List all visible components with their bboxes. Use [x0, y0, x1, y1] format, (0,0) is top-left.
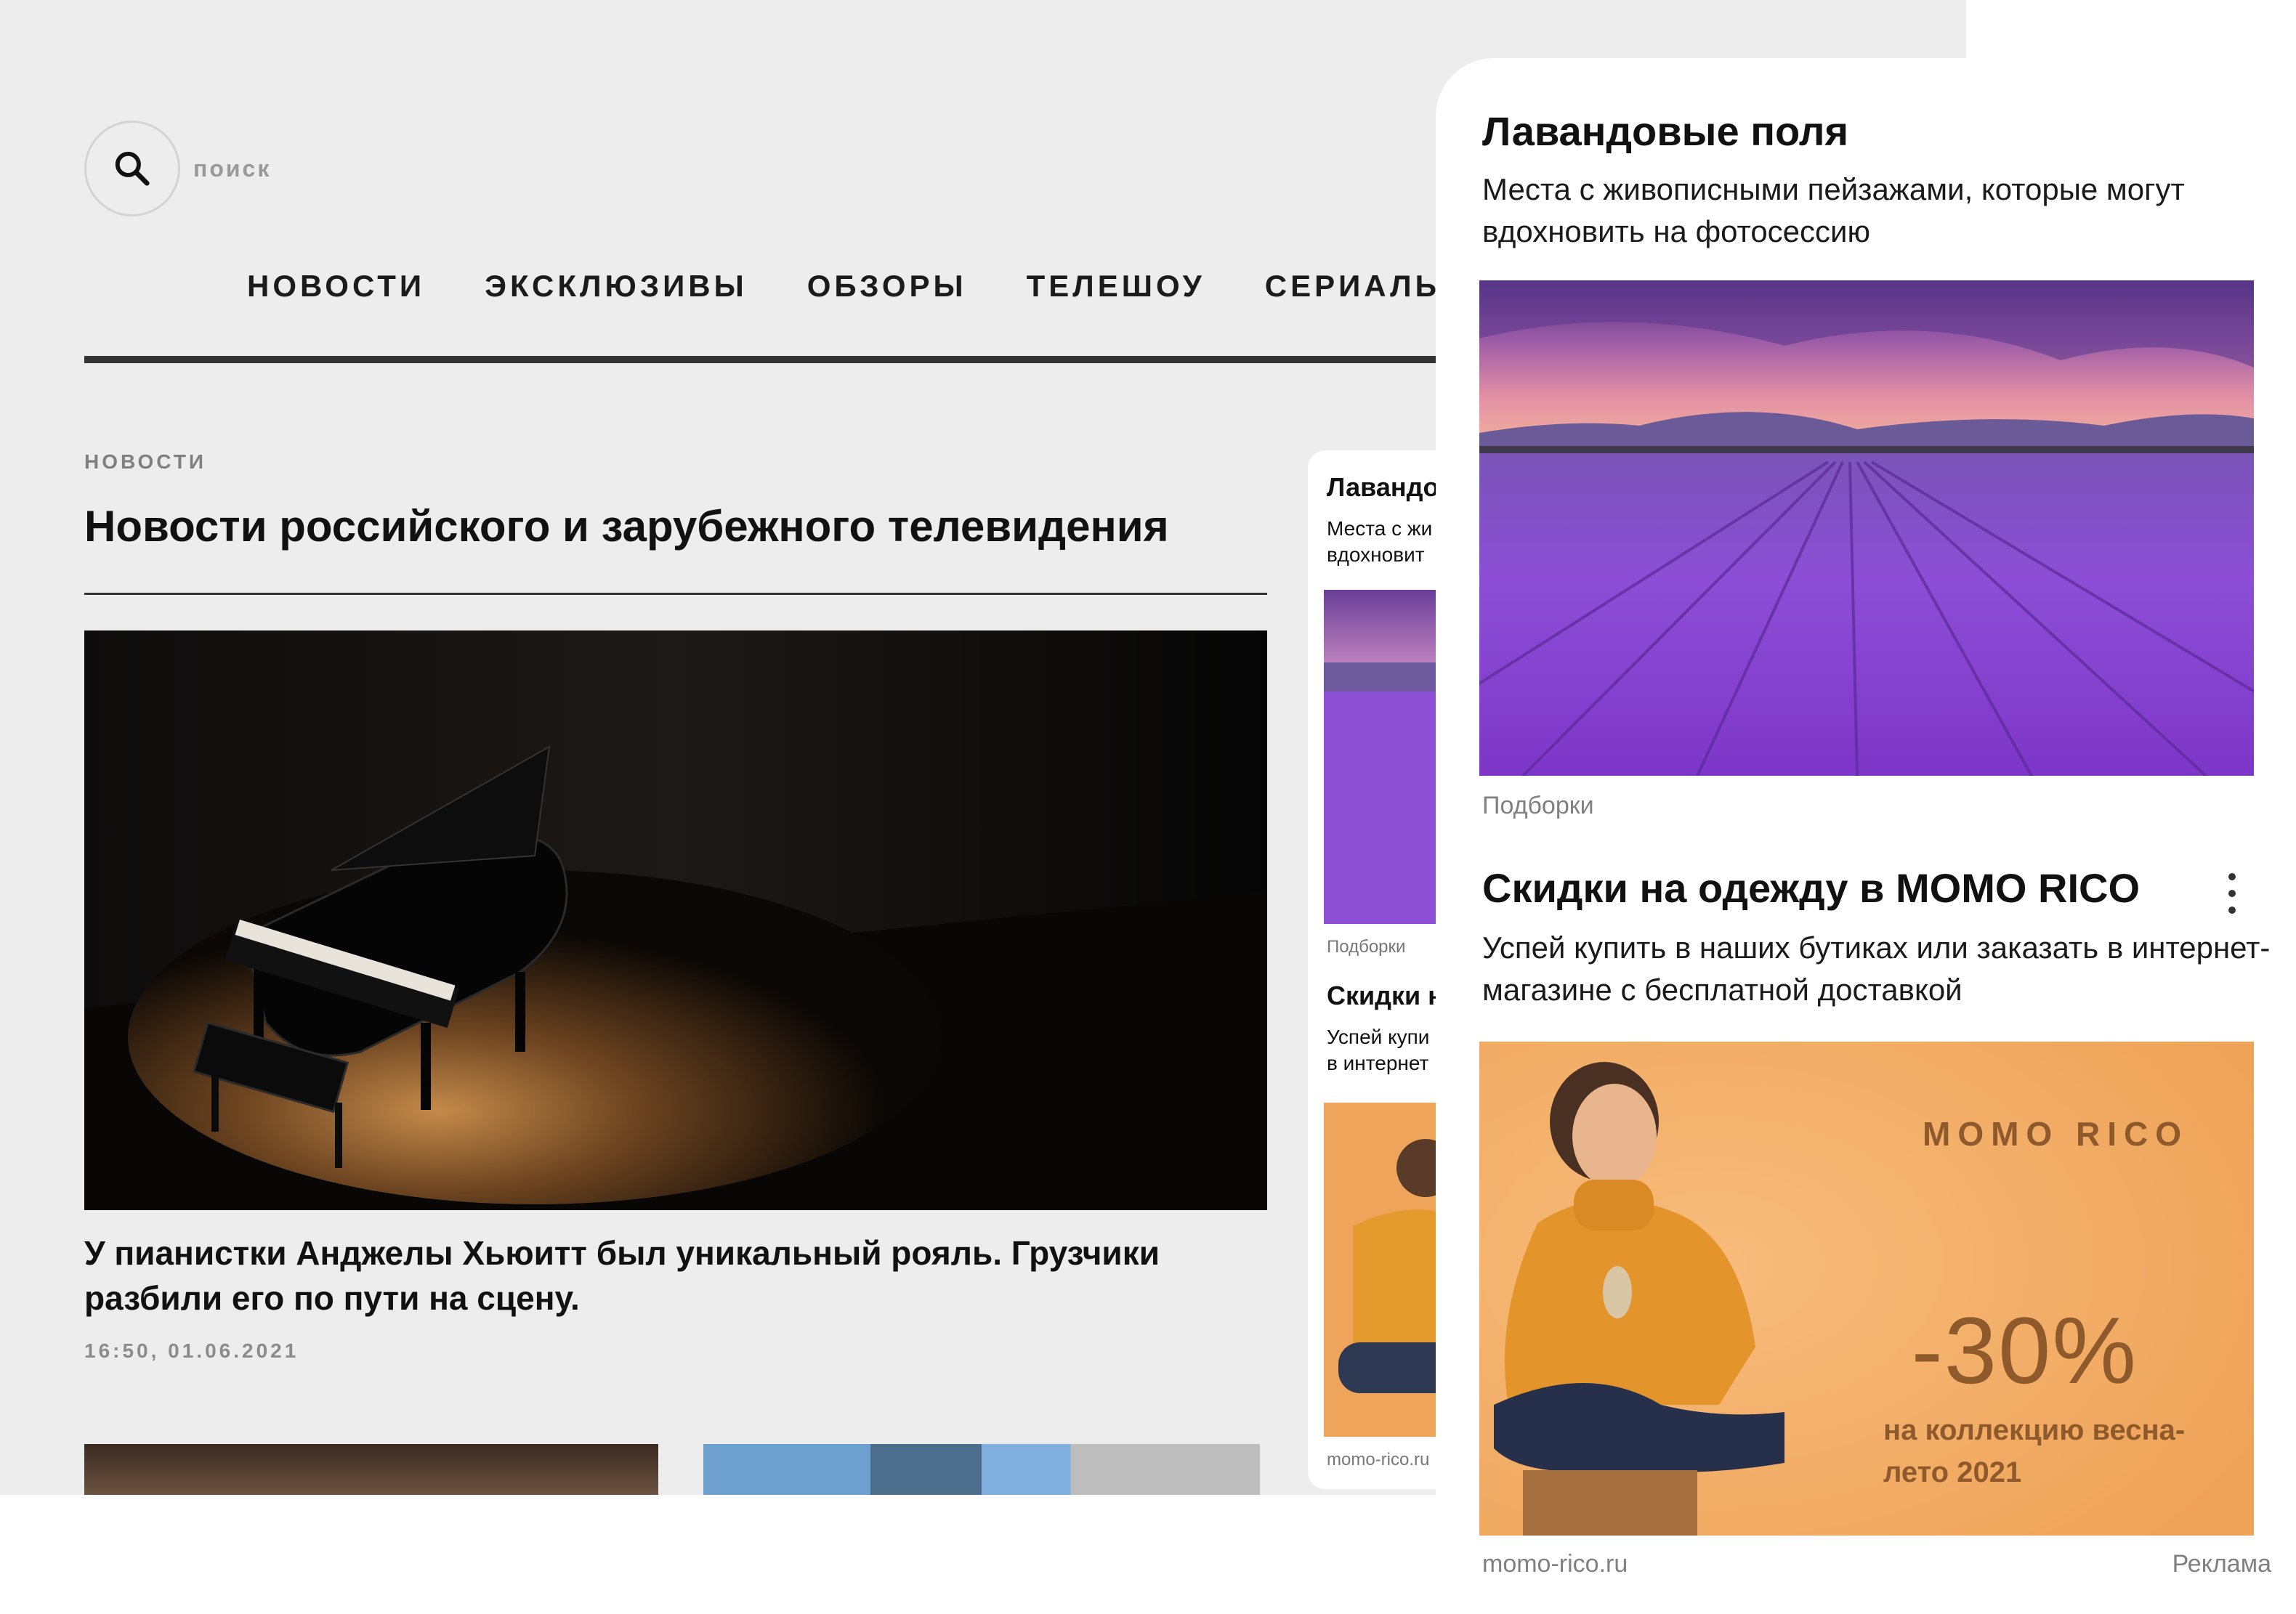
mini-ad-description: Места с жи вдохновит	[1327, 517, 1433, 566]
nav-item-news[interactable]: НОВОСТИ	[247, 269, 425, 304]
news-thumbnail[interactable]	[84, 1444, 658, 1495]
hero-date: 16:50, 01.06.2021	[84, 1339, 299, 1362]
mini-ad-category: Подборки	[1327, 937, 1406, 957]
search-icon	[115, 151, 150, 186]
search-input[interactable]	[193, 148, 498, 189]
main-nav: НОВОСТИ ЭКСКЛЮЗИВЫ ОБЗОРЫ ТЕЛЕШОУ СЕРИАЛ…	[247, 269, 1449, 304]
ad-brand-logo: MOMO RICO	[1923, 1115, 2188, 1153]
more-options-button[interactable]	[2218, 866, 2247, 921]
hero-image-piano[interactable]	[84, 630, 1267, 1210]
nav-item-tv-shows[interactable]: ТЕЛЕШОУ	[1027, 269, 1205, 304]
section-divider	[84, 593, 1267, 595]
ad-image-lavender-field[interactable]	[1479, 280, 2254, 776]
nav-item-exclusives[interactable]: ЭКСКЛЮЗИВЫ	[485, 269, 748, 304]
section-label: НОВОСТИ	[84, 450, 207, 473]
mini-ad-title: Лавандо	[1327, 472, 1439, 502]
nav-item-series[interactable]: СЕРИАЛЫ	[1265, 269, 1449, 304]
nav-item-reviews[interactable]: ОБЗОРЫ	[807, 269, 967, 304]
ad-title-momo-rico[interactable]: Скидки на одежду в MOMO RICO	[1482, 864, 2140, 912]
ad-category: Подборки	[1482, 792, 1594, 819]
news-thumbnail[interactable]	[703, 1444, 1260, 1495]
section-title: Новости российского и зарубежного телеви…	[84, 502, 1169, 551]
hero-headline[interactable]: У пианистки Анджелы Хьюитт был уникальны…	[84, 1230, 1247, 1321]
mini-ad-domain: momo-rico.ru	[1327, 1450, 1430, 1469]
ad-promo-text: на коллекцию весна-лето 2021	[1883, 1414, 2186, 1488]
search-button[interactable]	[84, 121, 180, 216]
ad-domain-link[interactable]: momo-rico.ru	[1482, 1550, 1628, 1578]
ad-description-momo-rico[interactable]: Успей купить в наших бутиках или заказат…	[1482, 927, 2274, 1011]
mini-ad-title: Скидки н	[1327, 981, 1444, 1010]
mini-ad-description: Успей купи в интернет	[1327, 1026, 1430, 1074]
ad-discount: -30%	[1911, 1297, 2138, 1403]
ad-label: Реклама	[2172, 1550, 2271, 1578]
more-vertical-icon	[2228, 873, 2236, 880]
ad-feed-card: Лавандовые поля Места с живописными пейз…	[1436, 58, 2296, 1614]
ad-title-lavender[interactable]: Лавандовые поля	[1482, 108, 1848, 155]
ad-banner-momo-rico[interactable]: MOMO RICO -30% на коллекцию весна-лето 2…	[1479, 1042, 2254, 1536]
ad-description-lavender[interactable]: Места с живописными пейзажами, которые м…	[1482, 169, 2267, 253]
